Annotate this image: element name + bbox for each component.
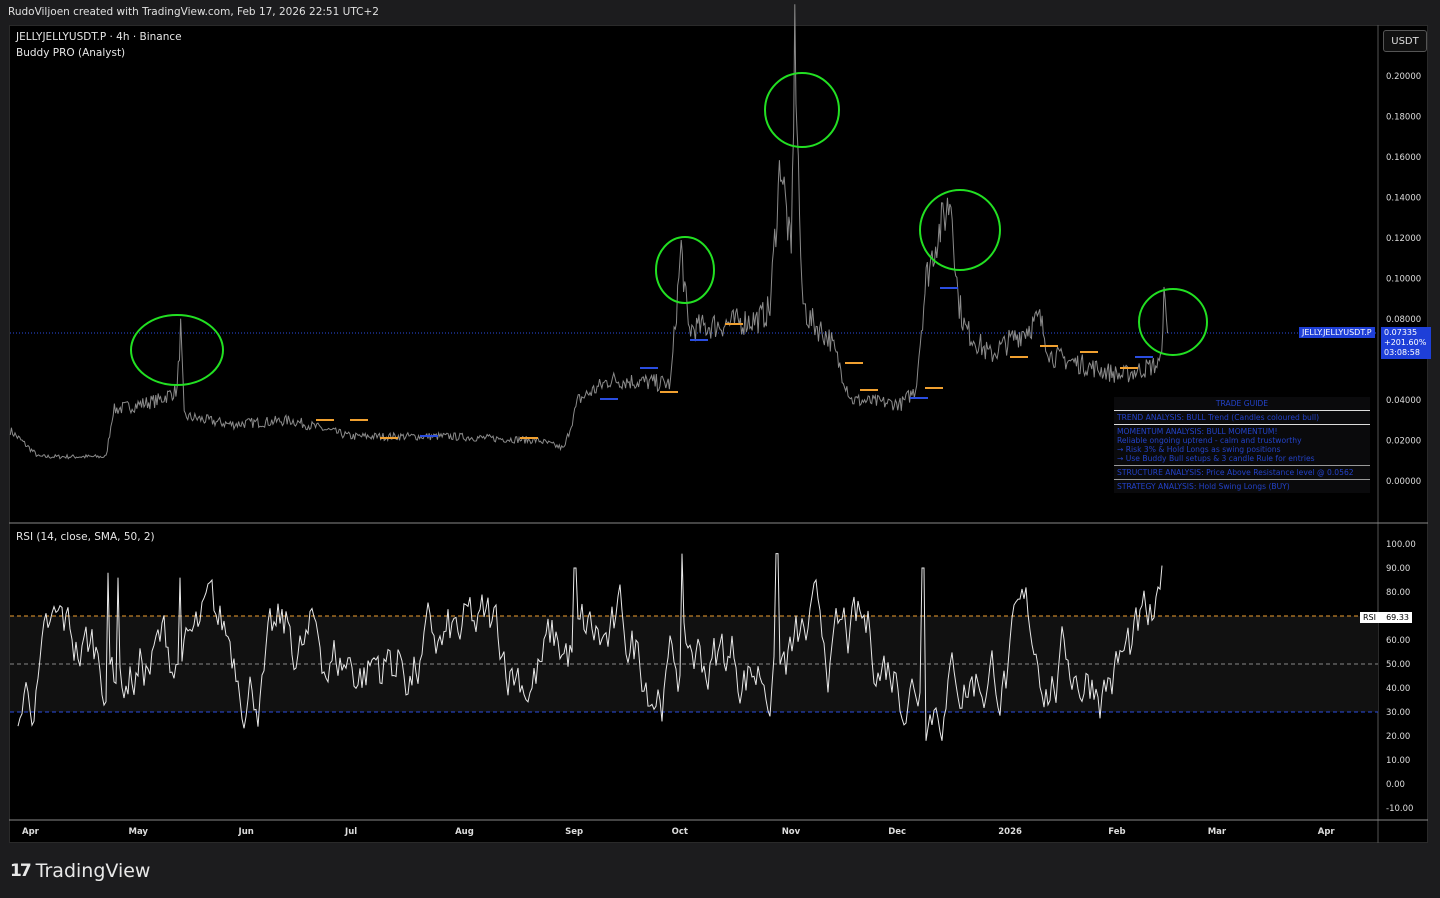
price-axis-label: 0.02000 — [1386, 437, 1421, 447]
time-axis-label: Apr — [22, 827, 40, 837]
rsi-axis-label: 50.00 — [1386, 660, 1410, 670]
time-axis-label: Jul — [344, 827, 357, 837]
indicator-title[interactable]: Buddy PRO (Analyst) — [16, 47, 125, 59]
symbol-title[interactable]: JELLYJELLYUSDT.P · 4h · Binance — [16, 31, 182, 43]
annotation-circle — [1138, 288, 1208, 356]
trend-analysis: TREND ANALYSIS: BULL Trend (Candles colo… — [1114, 411, 1370, 425]
time-axis-label: Nov — [782, 827, 801, 837]
last-price: 0.07335 — [1384, 328, 1418, 337]
price-axis-label: 0.08000 — [1386, 315, 1421, 325]
time-axis-label: Sep — [565, 827, 583, 837]
rsi-axis-label: 20.00 — [1386, 732, 1410, 742]
price-series-line — [9, 4, 1169, 460]
trade-guide-panel: TRADE GUIDE TREND ANALYSIS: BULL Trend (… — [1114, 397, 1370, 493]
annotation-circle — [130, 314, 224, 386]
rsi-axis-label: -10.00 — [1386, 804, 1413, 814]
annotation-circle — [919, 189, 1001, 271]
price-axis-label: 0.04000 — [1386, 396, 1421, 406]
momentum-line: → Use Buddy Bull setups & 3 candle Rule … — [1117, 454, 1315, 463]
rsi-axis-label: 40.00 — [1386, 684, 1410, 694]
time-axis-label: 2026 — [998, 827, 1022, 837]
last-price-tag: 0.07335 +201.60% 03:08:58 — [1381, 327, 1431, 359]
price-axis-label: 0.00000 — [1386, 477, 1421, 487]
time-axis-label: Feb — [1108, 827, 1125, 837]
rsi-value-tag: RSI 69.33 — [1360, 612, 1412, 623]
rsi-tag-value: 69.33 — [1386, 613, 1409, 622]
brand-name: TradingView — [35, 860, 151, 882]
momentum-analysis: MOMENTUM ANALYSIS: BULL MOMENTUM! Reliab… — [1114, 425, 1370, 466]
structure-analysis: STRUCTURE ANALYSIS: Price Above Resistan… — [1114, 466, 1370, 480]
momentum-line: MOMENTUM ANALYSIS: BULL MOMENTUM! — [1117, 427, 1278, 436]
price-change: +201.60% — [1384, 338, 1427, 347]
strategy-analysis: STRATEGY ANALYSIS: Hold Swing Longs (BUY… — [1117, 482, 1290, 491]
time-axis-label: Oct — [672, 827, 688, 837]
annotation-circle — [655, 236, 715, 304]
price-axis-label: 0.20000 — [1386, 72, 1421, 82]
symbol-price-tag: JELLY.JELLYUSDT.P — [1299, 327, 1375, 338]
tv-logo-icon: 17 — [10, 861, 32, 881]
rsi-axis-label: 80.00 — [1386, 588, 1410, 598]
bar-countdown: 03:08:58 — [1384, 348, 1420, 357]
tradingview-logo[interactable]: 17 TradingView — [10, 860, 150, 882]
rsi-axis-label: 60.00 — [1386, 636, 1410, 646]
rsi-axis-label: 0.00 — [1386, 780, 1405, 790]
time-axis-label: Dec — [888, 827, 906, 837]
rsi-title[interactable]: RSI (14, close, SMA, 50, 2) — [16, 531, 155, 543]
rsi-axis-label: 90.00 — [1386, 564, 1410, 574]
momentum-line: → Risk 3% & Hold Longs as swing position… — [1117, 445, 1281, 454]
time-axis-label: Aug — [455, 827, 474, 837]
annotation-circle — [764, 72, 840, 148]
currency-button[interactable]: USDT — [1383, 30, 1427, 52]
rsi-axis-label: 10.00 — [1386, 756, 1410, 766]
price-axis-label: 0.18000 — [1386, 113, 1421, 123]
rsi-axis-label: 30.00 — [1386, 708, 1410, 718]
time-axis-label: Mar — [1208, 827, 1227, 837]
price-axis-label: 0.12000 — [1386, 234, 1421, 244]
price-axis-label: 0.16000 — [1386, 153, 1421, 163]
price-axis-label: 0.10000 — [1386, 275, 1421, 285]
time-axis-label: May — [129, 827, 149, 837]
rsi-axis-label: 100.00 — [1386, 540, 1416, 550]
time-axis-label: Jun — [238, 827, 254, 837]
rsi-tag-label: RSI — [1363, 613, 1376, 622]
time-axis-label: Apr — [1318, 827, 1336, 837]
trade-guide-title: TRADE GUIDE — [1114, 397, 1370, 411]
momentum-line: Reliable ongoing uptrend - calm and trus… — [1117, 436, 1302, 445]
price-axis-label: 0.14000 — [1386, 194, 1421, 204]
